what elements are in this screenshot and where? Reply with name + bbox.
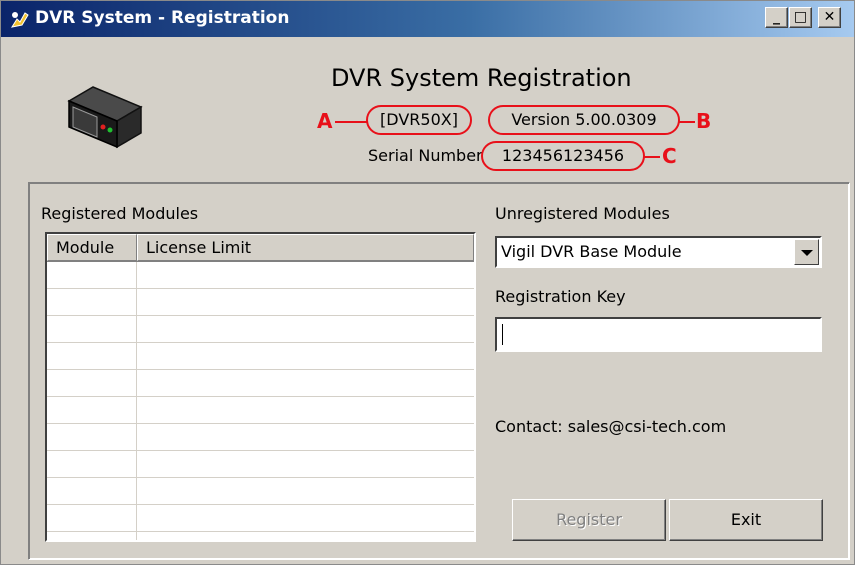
contact-info: Contact: sales@csi-tech.com: [495, 417, 727, 436]
list-row[interactable]: [47, 343, 474, 370]
dropdown-selected-value: Vigil DVR Base Module: [501, 242, 682, 261]
annotation-line-a: [335, 121, 367, 123]
window-title: DVR System - Registration: [35, 8, 290, 28]
list-row[interactable]: [47, 316, 474, 343]
column-header-module[interactable]: Module: [47, 234, 137, 261]
column-header-license-limit[interactable]: License Limit: [137, 234, 474, 261]
maximize-button[interactable]: □: [789, 7, 812, 28]
registered-modules-list[interactable]: Module License Limit: [45, 232, 476, 542]
list-row[interactable]: [47, 478, 474, 505]
annotation-marker-b: B: [696, 109, 712, 133]
serial-number-value: 123456123456: [481, 141, 645, 171]
list-row[interactable]: [47, 424, 474, 451]
register-button[interactable]: Register: [512, 499, 666, 541]
serial-number-label: Serial Number: [368, 146, 483, 165]
minimize-icon: _: [773, 9, 780, 25]
app-icon: [10, 12, 29, 28]
annotation-marker-a: A: [317, 109, 333, 133]
dvr-device-icon: [67, 86, 143, 149]
exit-button[interactable]: Exit: [669, 499, 823, 541]
minimize-button[interactable]: _: [765, 7, 788, 28]
list-row[interactable]: [47, 505, 474, 532]
registration-window: DVR System - Registration _ □ ✕ DVR Syst…: [0, 0, 855, 565]
list-row[interactable]: [47, 289, 474, 316]
unregistered-modules-dropdown[interactable]: Vigil DVR Base Module: [495, 236, 822, 268]
registration-key-input[interactable]: [495, 317, 822, 352]
annotation-marker-c: C: [662, 144, 677, 168]
list-row[interactable]: [47, 370, 474, 397]
version-label: Version 5.00.0309: [488, 105, 680, 135]
page-title: DVR System Registration: [331, 64, 632, 92]
title-bar[interactable]: DVR System - Registration _ □ ✕: [1, 1, 854, 37]
unregistered-modules-label: Unregistered Modules: [495, 204, 670, 223]
registration-key-label: Registration Key: [495, 287, 626, 306]
text-caret: [502, 324, 503, 345]
list-row[interactable]: [47, 262, 474, 289]
model-label: [DVR50X]: [366, 105, 472, 135]
list-row[interactable]: [47, 397, 474, 424]
registered-modules-label: Registered Modules: [41, 204, 199, 223]
dropdown-button[interactable]: [794, 239, 819, 265]
annotation-line-b: [679, 121, 695, 123]
close-icon: ✕: [823, 9, 836, 25]
maximize-icon: □: [793, 9, 808, 25]
chevron-down-icon: [801, 250, 813, 256]
annotation-line-c: [644, 156, 660, 158]
close-button[interactable]: ✕: [818, 7, 841, 28]
list-header: Module License Limit: [47, 234, 474, 262]
column-divider: [136, 262, 137, 540]
list-row[interactable]: [47, 451, 474, 478]
window-content: DVR System Registration A [DVR50X] Versi…: [1, 37, 854, 564]
